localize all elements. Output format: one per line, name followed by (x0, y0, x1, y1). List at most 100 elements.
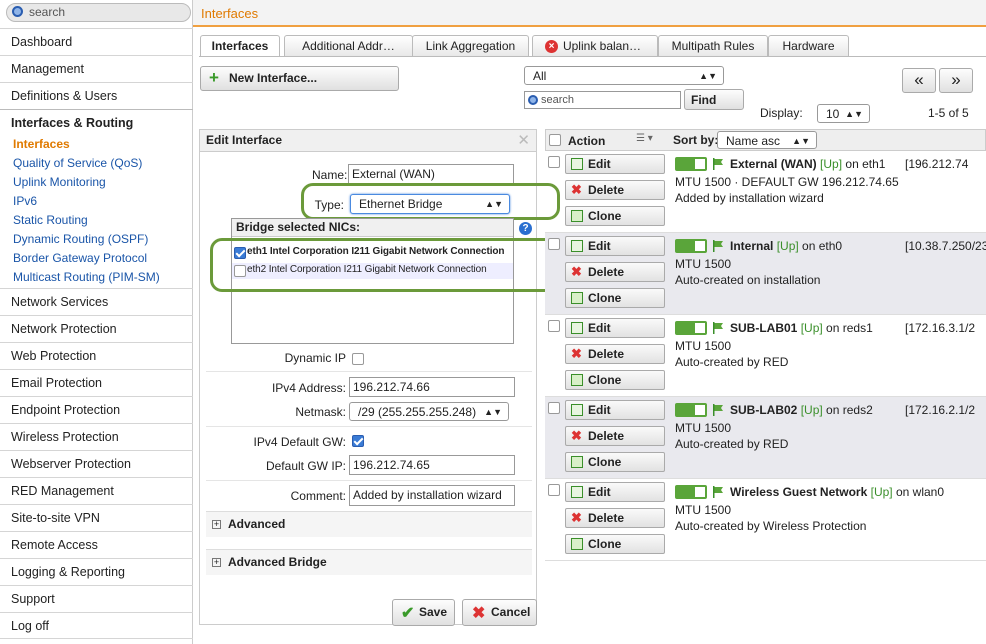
status-toggle[interactable] (675, 321, 707, 335)
row-checkbox[interactable] (548, 238, 560, 250)
advanced-section[interactable]: + Advanced (206, 511, 532, 537)
find-button[interactable]: Find (684, 89, 744, 110)
edit-button[interactable]: Edit (565, 482, 665, 502)
interface-comment: Auto-created on installation (675, 273, 821, 287)
display-select[interactable]: 10 ▲▼ (817, 104, 870, 123)
delete-button[interactable]: ✖ Delete (565, 344, 665, 364)
sidebar-item-wireless-protection[interactable]: Wireless Protection (0, 423, 193, 450)
tab-interfaces[interactable]: Interfaces (200, 35, 280, 56)
sidebar: search Dashboard Management Definitions … (0, 0, 193, 644)
sidebar-subitem-ipv6[interactable]: IPv6 (13, 192, 37, 211)
cancel-button[interactable]: ✖ Cancel (462, 599, 537, 626)
clone-button[interactable]: Clone (565, 452, 665, 472)
sidebar-item-management[interactable]: Management (0, 55, 193, 82)
clone-button[interactable]: Clone (565, 288, 665, 308)
name-input[interactable]: External (WAN) (348, 164, 514, 184)
ipv4-input[interactable]: 196.212.74.66 (349, 377, 515, 397)
clone-button[interactable]: Clone (565, 370, 665, 390)
sidebar-item-email-protection[interactable]: Email Protection (0, 369, 193, 396)
delete-x-icon: ✖ (571, 428, 582, 443)
comment-input[interactable]: Added by installation wizard (349, 485, 515, 506)
sidebar-subitem-multicast[interactable]: Multicast Routing (PIM-SM) (13, 268, 160, 287)
sidebar-item-interfaces-routing[interactable]: Interfaces & Routing (0, 109, 193, 136)
default-gw-checkbox[interactable] (352, 435, 364, 447)
interface-detail: MTU 1500 (675, 257, 732, 271)
sidebar-item-endpoint-protection[interactable]: Endpoint Protection (0, 396, 193, 423)
edit-button[interactable]: Edit (565, 154, 665, 174)
tab-multipath-rules[interactable]: Multipath Rules (658, 35, 768, 56)
clone-button[interactable]: Clone (565, 534, 665, 554)
sidebar-item-web-protection[interactable]: Web Protection (0, 342, 193, 369)
delete-button[interactable]: ✖ Delete (565, 426, 665, 446)
delete-button[interactable]: ✖ Delete (565, 508, 665, 528)
default-gw-ip-label: Default GW IP: (265, 459, 346, 473)
save-button[interactable]: ✔ Save (392, 599, 455, 626)
edit-button[interactable]: Edit (565, 236, 665, 256)
select-arrows-icon: ▲▼ (484, 407, 502, 417)
sort-select[interactable]: Name asc ▲▼ (717, 131, 817, 149)
tab-link-aggregation[interactable]: Link Aggregation (412, 35, 529, 56)
interface-comment: Auto-created by RED (675, 437, 789, 451)
interface-comment: Added by installation wizard (675, 191, 824, 205)
filter-select[interactable]: All ▲▼ (524, 66, 724, 85)
close-icon[interactable]: ✕ (517, 130, 530, 151)
delete-button[interactable]: ✖ Delete (565, 180, 665, 200)
sidebar-item-webserver-protection[interactable]: Webserver Protection (0, 450, 193, 477)
flag-icon (712, 486, 724, 498)
status-toggle[interactable] (675, 403, 707, 417)
status-toggle[interactable] (675, 485, 707, 499)
search-input[interactable]: search (6, 3, 191, 22)
sidebar-subitem-uplink-monitoring[interactable]: Uplink Monitoring (13, 173, 106, 192)
sidebar-subitem-static-routing[interactable]: Static Routing (13, 211, 88, 230)
sidebar-subitem-ospf[interactable]: Dynamic Routing (OSPF) (13, 230, 148, 249)
help-icon[interactable]: ? (519, 222, 532, 235)
edit-icon (571, 158, 583, 170)
tab-divider (199, 56, 986, 57)
expand-icon: + (212, 557, 221, 567)
row-checkbox[interactable] (548, 156, 560, 168)
interface-ip: [196.212.74 (905, 157, 969, 171)
sidebar-item-site-to-site-vpn[interactable]: Site-to-site VPN (0, 504, 193, 531)
prev-page-button[interactable]: « (902, 68, 936, 93)
sidebar-item-network-protection[interactable]: Network Protection (0, 315, 193, 342)
sidebar-subitem-interfaces[interactable]: Interfaces (13, 135, 70, 154)
sidebar-subitem-qos[interactable]: Quality of Service (QoS) (13, 154, 142, 173)
select-all-checkbox[interactable] (549, 134, 561, 146)
status-toggle[interactable] (675, 239, 707, 253)
edit-button[interactable]: Edit (565, 400, 665, 420)
new-interface-button[interactable]: + New Interface... (200, 66, 399, 91)
default-gw-ip-input[interactable]: 196.212.74.65 (349, 455, 515, 475)
netmask-select[interactable]: /29 (255.255.255.248) ▲▼ (349, 402, 509, 421)
column-menu-icon[interactable]: ☰ ▾ (636, 133, 653, 144)
flag-icon (712, 404, 724, 416)
row-checkbox[interactable] (548, 402, 560, 414)
sidebar-item-dashboard[interactable]: Dashboard (0, 28, 193, 55)
table-row: Edit ✖ Delete Clone Wireless Guest Network [… (545, 479, 986, 561)
clone-icon (571, 210, 583, 222)
sidebar-item-network-services[interactable]: Network Services (0, 288, 193, 315)
sidebar-item-remote-access[interactable]: Remote Access (0, 531, 193, 558)
sidebar-item-definitions-users[interactable]: Definitions & Users (0, 82, 193, 109)
tab-uplink-balancing[interactable]: × Uplink balan… (532, 35, 658, 56)
status-toggle[interactable] (675, 157, 707, 171)
tab-hardware[interactable]: Hardware (768, 35, 849, 56)
edit-interface-panel: Edit Interface ✕ Name: External (WAN) Ty… (199, 129, 560, 626)
sidebar-subitem-bgp[interactable]: Border Gateway Protocol (13, 249, 147, 268)
row-checkbox[interactable] (548, 320, 560, 332)
sidebar-item-log-off[interactable]: Log off (0, 612, 193, 639)
page-title: Interfaces (201, 6, 259, 21)
next-page-button[interactable]: » (939, 68, 973, 93)
advanced-bridge-section[interactable]: + Advanced Bridge (206, 549, 532, 575)
row-checkbox[interactable] (548, 484, 560, 496)
sidebar-item-red-management[interactable]: RED Management (0, 477, 193, 504)
search-icon (528, 95, 538, 105)
list-search-input[interactable]: search (524, 91, 681, 109)
tab-additional-addresses[interactable]: Additional Addr… (284, 35, 413, 56)
sidebar-item-logging-reporting[interactable]: Logging & Reporting (0, 558, 193, 585)
clone-button[interactable]: Clone (565, 206, 665, 226)
dynamic-ip-checkbox[interactable] (352, 353, 364, 365)
delete-button[interactable]: ✖ Delete (565, 262, 665, 282)
interface-ip: [172.16.3.1/2 (905, 321, 976, 335)
edit-button[interactable]: Edit (565, 318, 665, 338)
sidebar-item-support[interactable]: Support (0, 585, 193, 612)
